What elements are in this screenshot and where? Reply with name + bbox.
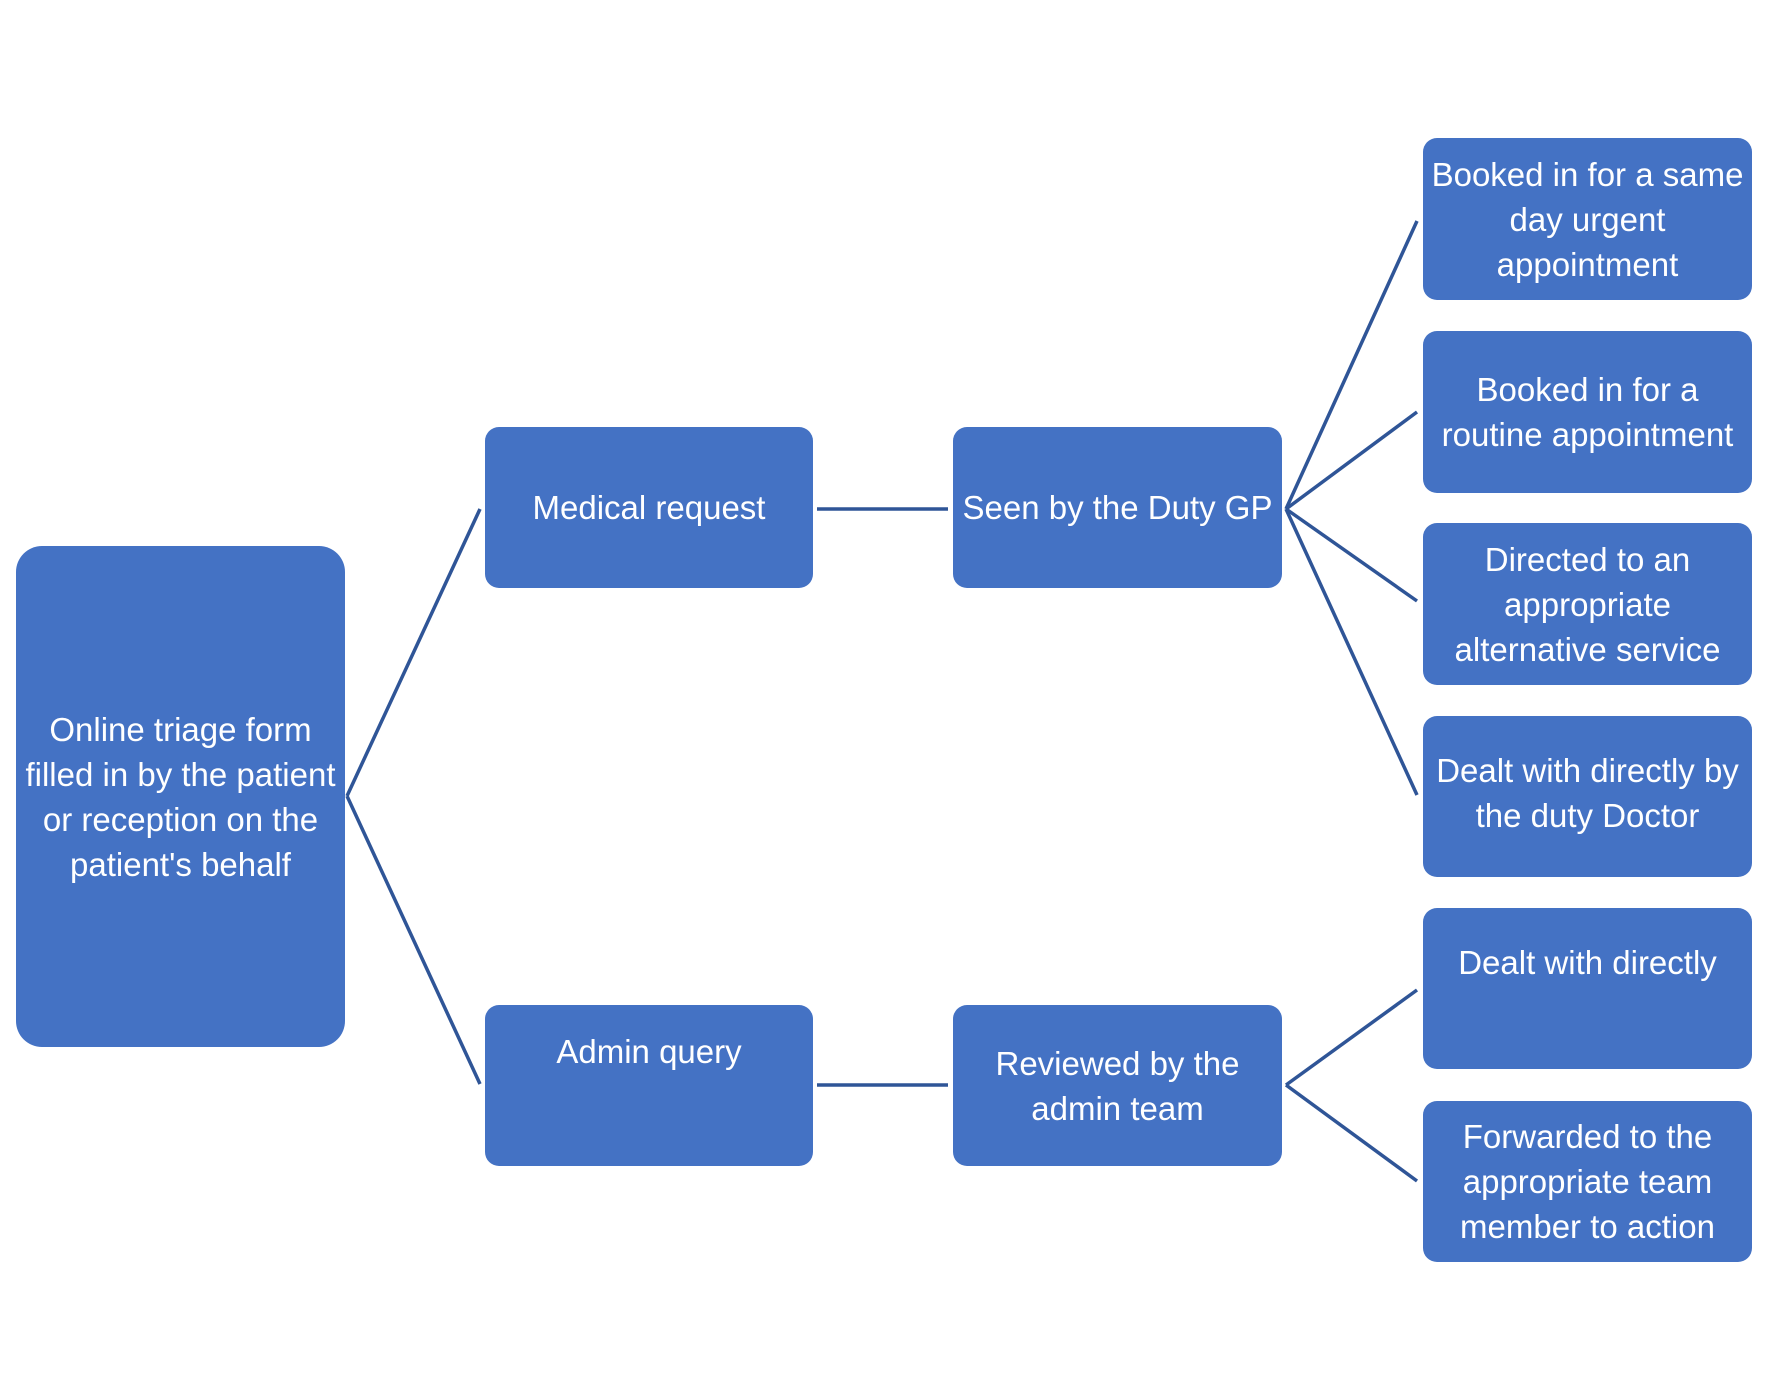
- admin-query-text: Admin query: [556, 1033, 742, 1070]
- connector-root-medical: [345, 508, 482, 797]
- outcome-text: Dealt with directly: [1458, 944, 1717, 981]
- connector-gp-outcome-4: [1284, 508, 1419, 796]
- admin-team-node: Reviewed by the admin team: [953, 1005, 1282, 1166]
- outcome-text: Booked in for a same day urgent appointm…: [1431, 155, 1744, 283]
- root-node: Online triage form filled in by the pati…: [16, 546, 345, 1047]
- outcome-node: Dealt with directly: [1423, 908, 1752, 1069]
- root-node-text: Online triage form filled in by the pati…: [25, 710, 336, 883]
- admin-team-text: Reviewed by the admin team: [995, 1044, 1240, 1127]
- duty-gp-text: Seen by the Duty GP: [962, 489, 1273, 526]
- outcome-node: Dealt with directly by the duty Doctor: [1423, 716, 1752, 877]
- admin-query-node: Admin query: [485, 1005, 813, 1166]
- medical-request-text: Medical request: [532, 489, 766, 526]
- outcome-text: Directed to an appropriate alternative s…: [1454, 540, 1721, 668]
- duty-gp-node: Seen by the Duty GP: [953, 427, 1282, 588]
- outcome-text: Dealt with directly by the duty Doctor: [1436, 752, 1739, 834]
- outcome-text: Booked in for a routine appointment: [1441, 371, 1734, 453]
- outcome-node: Booked in for a same day urgent appointm…: [1423, 138, 1752, 300]
- outcome-text: Forwarded to the appropriate team member…: [1460, 1118, 1715, 1245]
- connector-admin-outcome-2: [1284, 1083, 1419, 1183]
- outcome-node: Directed to an appropriate alternative s…: [1423, 523, 1752, 685]
- medical-request-node: Medical request: [485, 427, 813, 588]
- connector-gp-outcome-2: [1284, 410, 1419, 511]
- connector-gp-outcome-1: [1284, 220, 1419, 510]
- connector-admin-outcome-1: [1284, 988, 1419, 1087]
- outcome-node: Forwarded to the appropriate team member…: [1423, 1101, 1752, 1262]
- connector-root-admin: [345, 795, 482, 1085]
- outcome-node: Booked in for a routine appointment: [1423, 331, 1752, 493]
